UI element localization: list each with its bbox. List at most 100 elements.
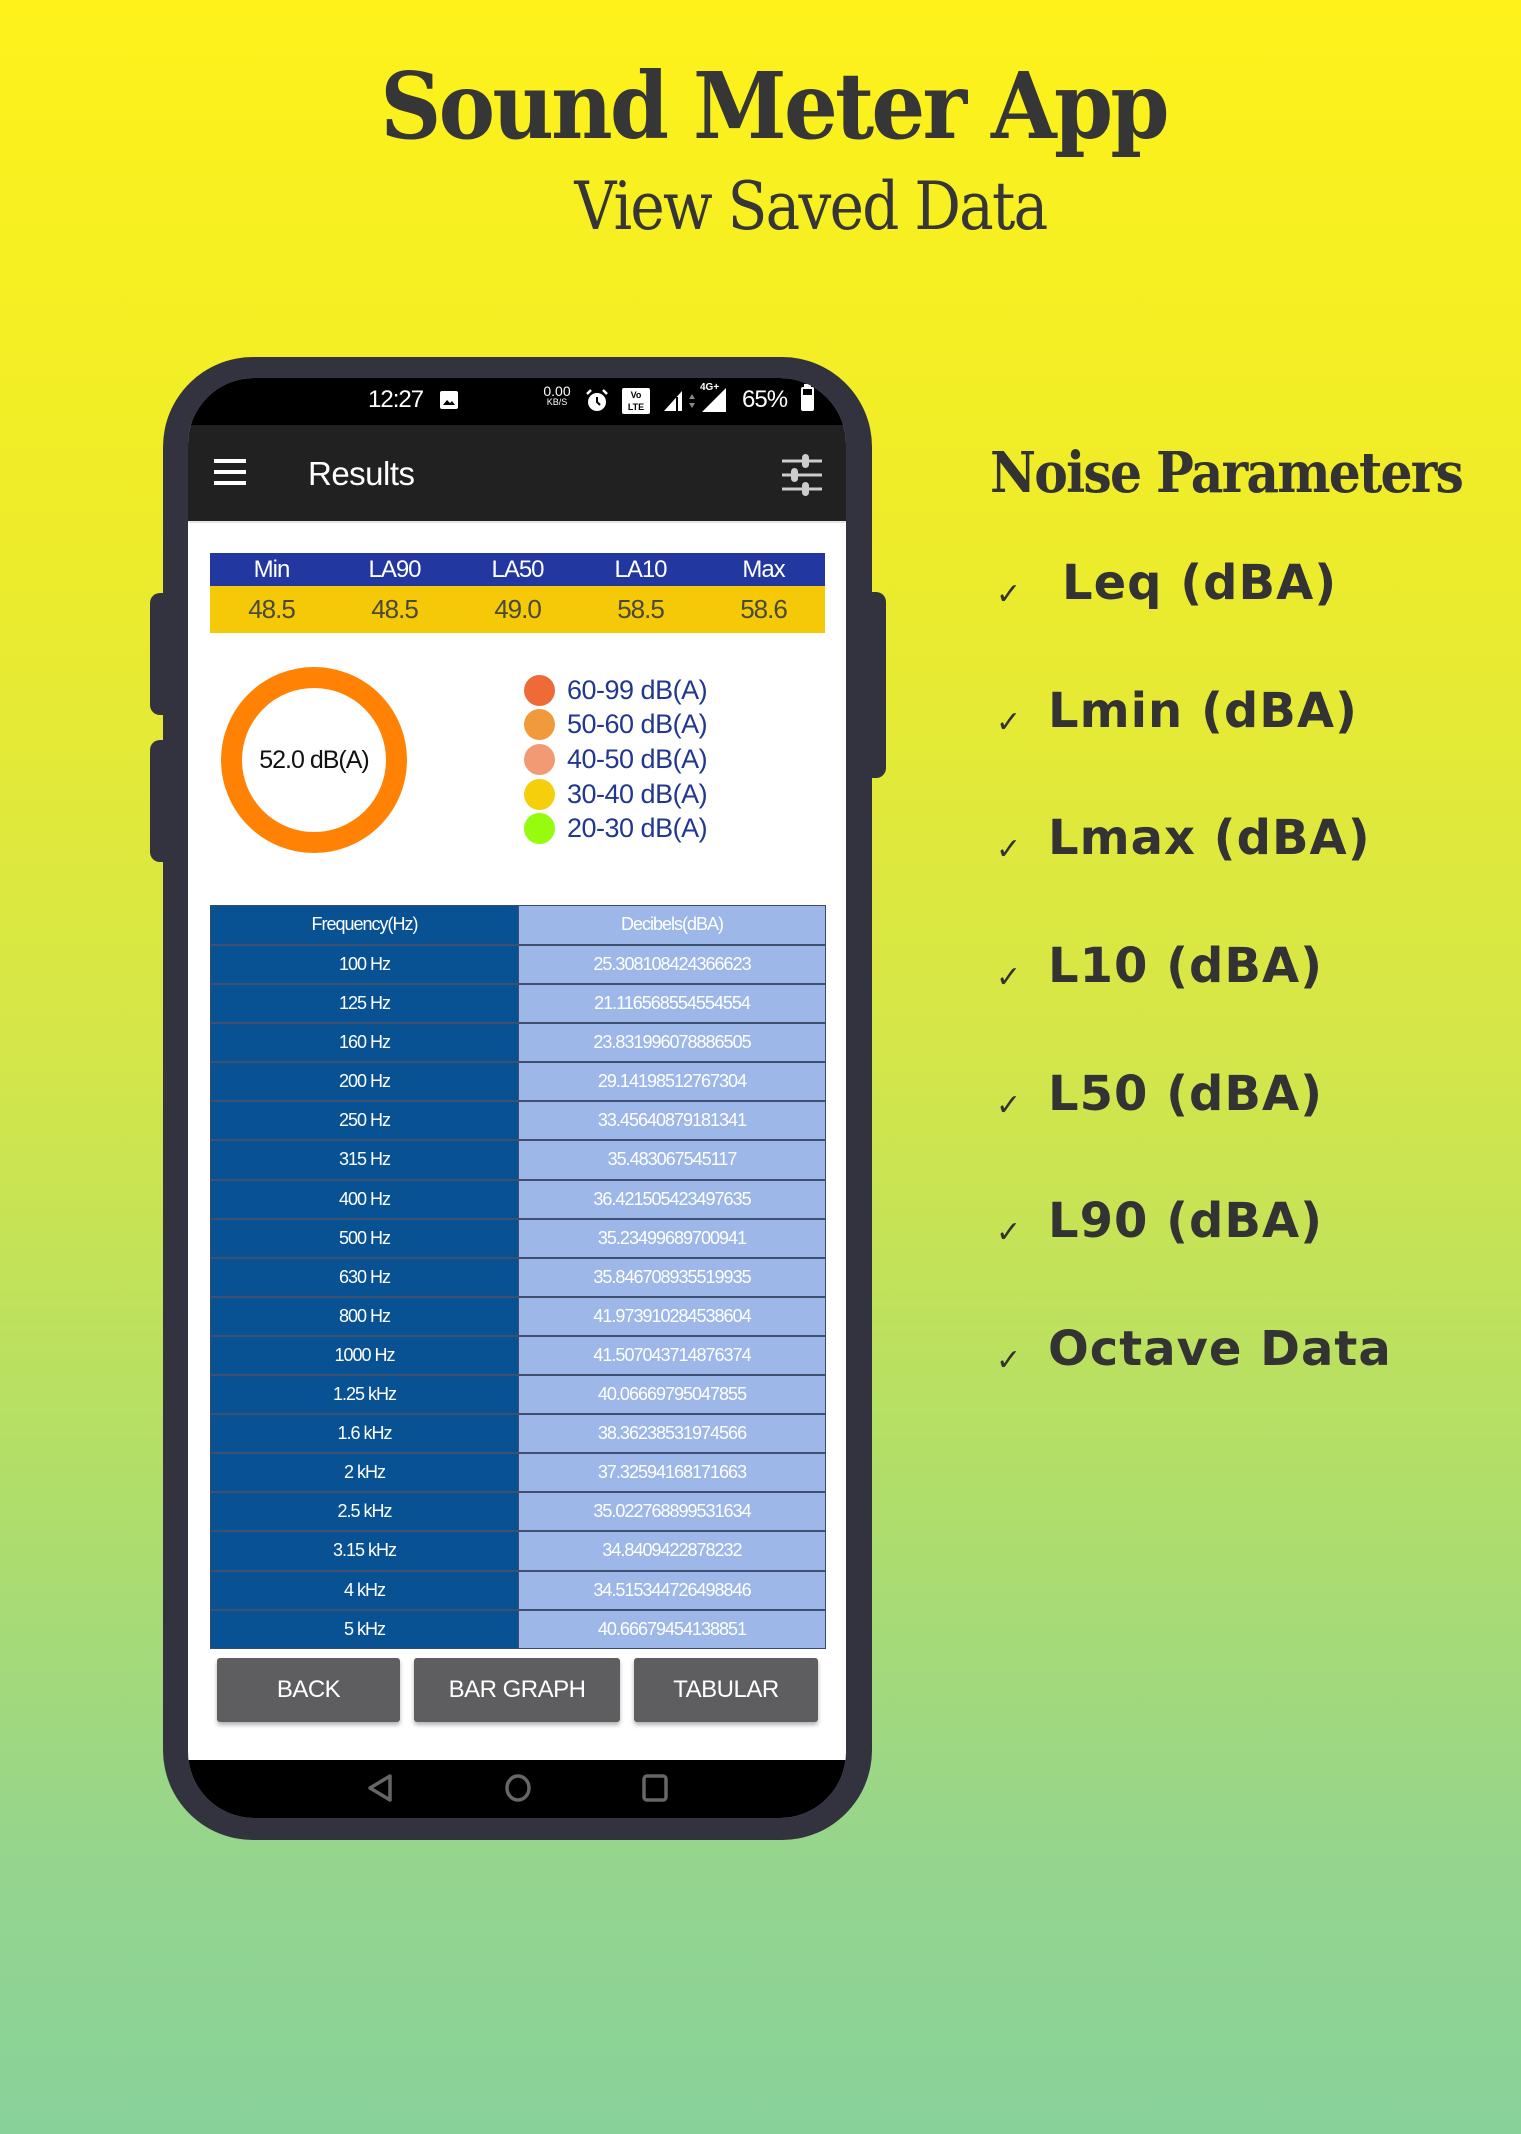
legend-item: 40-50 dB(A) bbox=[524, 742, 708, 777]
frequency-table-header: Frequency(Hz) Decibels(dBA) bbox=[211, 906, 825, 944]
decibel-cell: 25.308108424366623 bbox=[518, 946, 825, 984]
table-row: 4 kHz 34.515344726498846 bbox=[211, 1569, 825, 1609]
volte-label: Vo LTE bbox=[627, 390, 645, 412]
status-bar: 12:27 0.00 KB/S Vo LTE 4G+ 65% bbox=[188, 378, 846, 425]
table-row: 100 Hz 25.308108424366623 bbox=[211, 944, 825, 984]
frequency-cell: 1.6 kHz bbox=[211, 1415, 518, 1453]
column-header-decibels: Decibels(dBA) bbox=[518, 906, 825, 944]
legend-color-dot bbox=[524, 778, 555, 810]
nav-recents-icon[interactable] bbox=[640, 1772, 670, 1809]
noise-parameter-label: L50 (dBA) bbox=[1048, 1066, 1324, 1122]
level-donut-gauge: 52.0 dB(A) bbox=[221, 667, 407, 853]
signal-4g-icon: 4G+ bbox=[698, 382, 728, 414]
legend-label: 60-99 dB(A) bbox=[567, 674, 708, 705]
stats-header-row: Min LA90 LA50 LA10 Max bbox=[210, 553, 825, 586]
gauge-label: 52.0 dB(A) bbox=[259, 745, 370, 774]
decibel-cell: 41.507043714876374 bbox=[518, 1336, 825, 1375]
decibel-cell: 40.66679454138851 bbox=[518, 1610, 825, 1648]
checkmark-icon: ✓ bbox=[996, 960, 1022, 995]
stats-header-la50: LA50 bbox=[491, 556, 544, 583]
frequency-cell: 630 Hz bbox=[211, 1258, 518, 1296]
frequency-cell: 800 Hz bbox=[211, 1297, 518, 1335]
checkmark-icon: ✓ bbox=[996, 832, 1022, 867]
table-row: 2 kHz 37.32594168171663 bbox=[211, 1452, 825, 1492]
noise-parameter-label: Lmin (dBA) bbox=[1048, 683, 1358, 739]
alarm-icon bbox=[584, 388, 610, 419]
battery-percent: 65% bbox=[742, 386, 788, 413]
nav-home-icon[interactable] bbox=[503, 1772, 533, 1809]
stats-header-la90: LA90 bbox=[368, 556, 421, 583]
legend-item: 20-30 dB(A) bbox=[524, 811, 708, 846]
back-button[interactable]: BACK bbox=[217, 1658, 400, 1722]
net-speed-value: 0.00 bbox=[543, 383, 571, 399]
frequency-table: Frequency(Hz) Decibels(dBA) 100 Hz 25.308… bbox=[210, 905, 826, 1649]
volte-icon: Vo LTE bbox=[622, 388, 650, 414]
table-row: 400 Hz 36.421505423497635 bbox=[211, 1178, 825, 1218]
table-row: 2.5 kHz 35.022768899531634 bbox=[211, 1491, 825, 1531]
status-time: 12:27 bbox=[368, 386, 424, 413]
signal-sim1-icon bbox=[662, 389, 684, 418]
level-legend: 60-99 dB(A) 50-60 dB(A) 40-50 dB(A) 30-40 d… bbox=[524, 673, 708, 846]
table-row: 1.25 kHz 40.06669795047855 bbox=[211, 1374, 825, 1414]
checkmark-icon: ✓ bbox=[996, 1343, 1022, 1378]
table-row: 125 Hz 21.116568554554554 bbox=[211, 983, 825, 1023]
stats-header-max: Max bbox=[742, 556, 785, 583]
stats-header-la10: LA10 bbox=[614, 556, 667, 583]
frequency-cell: 1.25 kHz bbox=[211, 1376, 518, 1414]
frequency-cell: 1000 Hz bbox=[211, 1336, 518, 1375]
decibel-cell: 34.515344726498846 bbox=[518, 1571, 825, 1609]
stats-header-min: Min bbox=[253, 556, 291, 583]
frequency-cell: 100 Hz bbox=[211, 946, 518, 984]
noise-parameters-title: Noise Parameters bbox=[990, 440, 1464, 506]
data-arrows-icon bbox=[688, 391, 696, 416]
table-row: 800 Hz 41.973910284538604 bbox=[211, 1295, 825, 1335]
noise-parameter-label: Lmax (dBA) bbox=[1048, 810, 1371, 866]
decibel-cell: 23.831996078886505 bbox=[518, 1024, 825, 1062]
decibel-cell: 21.116568554554554 bbox=[518, 985, 825, 1023]
hamburger-menu-icon[interactable] bbox=[214, 459, 246, 485]
decibel-cell: 40.06669795047855 bbox=[518, 1376, 825, 1414]
frequency-cell: 500 Hz bbox=[211, 1219, 518, 1257]
checkmark-icon: ✓ bbox=[996, 1088, 1022, 1123]
legend-label: 20-30 dB(A) bbox=[567, 813, 708, 844]
table-row: 3.15 kHz 34.8409422878232 bbox=[211, 1530, 825, 1570]
legend-color-dot bbox=[524, 813, 555, 845]
decibel-cell: 35.23499689700941 bbox=[518, 1219, 825, 1257]
table-row: 1000 Hz 41.507043714876374 bbox=[211, 1334, 825, 1375]
decibel-cell: 35.022768899531634 bbox=[518, 1493, 825, 1531]
frequency-cell: 5 kHz bbox=[211, 1610, 518, 1648]
hero-subtitle: View Saved Data bbox=[574, 168, 1048, 245]
net-speed-unit: KB/S bbox=[546, 397, 568, 407]
frequency-cell: 2 kHz bbox=[211, 1454, 518, 1492]
battery-icon bbox=[801, 384, 814, 411]
column-header-frequency: Frequency(Hz) bbox=[211, 906, 518, 944]
tabular-button[interactable]: TABULAR bbox=[634, 1658, 818, 1722]
bar-graph-button[interactable]: BAR GRAPH bbox=[414, 1658, 620, 1722]
stats-value-la10: 58.5 bbox=[617, 594, 665, 624]
table-row: 500 Hz 35.23499689700941 bbox=[211, 1217, 825, 1257]
app-bar-title: Results bbox=[308, 455, 415, 492]
frequency-cell: 400 Hz bbox=[211, 1180, 518, 1218]
net-speed: 0.00 KB/S bbox=[540, 384, 574, 407]
legend-color-dot bbox=[524, 743, 555, 775]
app-bar: Results bbox=[188, 425, 846, 523]
frequency-cell: 200 Hz bbox=[211, 1063, 518, 1101]
stats-value-max: 58.6 bbox=[740, 594, 788, 624]
frequency-cell: 2.5 kHz bbox=[211, 1493, 518, 1531]
frequency-cell: 315 Hz bbox=[211, 1141, 518, 1179]
noise-parameter-label: L90 (dBA) bbox=[1048, 1193, 1324, 1249]
decibel-cell: 34.8409422878232 bbox=[518, 1532, 825, 1570]
noise-parameter-label: Leq (dBA) bbox=[1062, 555, 1338, 611]
checkmark-icon: ✓ bbox=[996, 577, 1022, 612]
settings-sliders-icon[interactable] bbox=[780, 453, 824, 497]
nav-back-icon[interactable] bbox=[366, 1772, 394, 1809]
legend-color-dot bbox=[524, 709, 555, 741]
decibel-cell: 37.32594168171663 bbox=[518, 1454, 825, 1492]
decibel-cell: 38.36238531974566 bbox=[518, 1415, 825, 1453]
noise-parameter-label: Octave Data bbox=[1048, 1321, 1392, 1377]
legend-label: 50-60 dB(A) bbox=[567, 709, 708, 740]
decibel-cell: 33.45640879181341 bbox=[518, 1102, 825, 1140]
hero-title: Sound Meter App bbox=[380, 52, 1169, 160]
decibel-cell: 36.421505423497635 bbox=[518, 1180, 825, 1218]
checkmark-icon: ✓ bbox=[996, 1215, 1022, 1250]
